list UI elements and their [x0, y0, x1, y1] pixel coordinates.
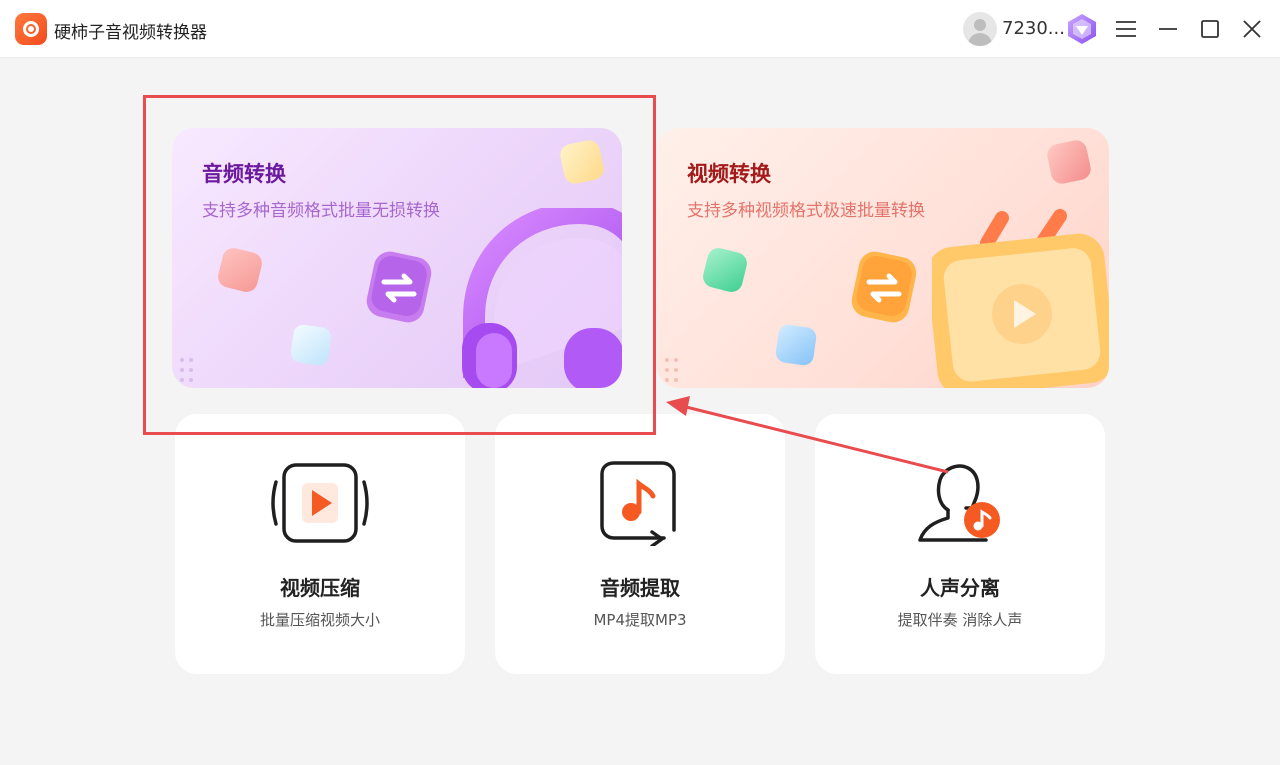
- convert-arrows-icon: [366, 251, 432, 323]
- audio-convert-subtitle: 支持多种音频格式批量无损转换: [202, 201, 440, 221]
- video-convert-card[interactable]: 视频转换 支持多种视频格式极速批量转换: [657, 128, 1109, 388]
- vocal-separation-title: 人声分离: [920, 576, 1000, 600]
- video-compress-icon: [271, 463, 369, 543]
- menu-icon[interactable]: [1113, 16, 1139, 42]
- video-convert-title: 视频转换: [687, 162, 771, 186]
- app-title: 硬柿子音视频转换器: [54, 23, 207, 43]
- decor-dots: [180, 358, 202, 386]
- title-bar: 硬柿子音视频转换器 7230...: [0, 0, 1280, 58]
- decor-dots: [665, 358, 687, 386]
- pink-cube-icon: [1045, 138, 1093, 186]
- headphones-icon: [462, 208, 622, 388]
- minimize-icon[interactable]: [1155, 16, 1181, 42]
- video-compress-card[interactable]: 视频压缩 批量压缩视频大小: [175, 414, 465, 674]
- audio-extract-subtitle: MP4提取MP3: [593, 611, 687, 629]
- convert-arrows-icon: [851, 251, 917, 323]
- user-name[interactable]: 7230...: [1002, 18, 1065, 39]
- audio-extract-icon: [600, 461, 676, 546]
- blue-cube-icon: [289, 323, 333, 367]
- audio-extract-title: 音频提取: [600, 576, 680, 600]
- yellow-cube-icon: [558, 138, 606, 186]
- pink-cube-icon: [215, 245, 265, 295]
- user-avatar[interactable]: [963, 12, 997, 46]
- close-icon[interactable]: [1239, 16, 1265, 42]
- video-player-icon: [932, 209, 1109, 388]
- audio-extract-card[interactable]: 音频提取 MP4提取MP3: [495, 414, 785, 674]
- video-compress-subtitle: 批量压缩视频大小: [259, 611, 380, 629]
- app-logo-icon: [15, 13, 47, 45]
- vocal-separation-subtitle: 提取伴奏 消除人声: [897, 611, 1023, 629]
- blue-cube-icon: [774, 323, 818, 367]
- vocal-separation-card[interactable]: 人声分离 提取伴奏 消除人声: [815, 414, 1105, 674]
- audio-convert-card[interactable]: 音频转换 支持多种音频格式批量无损转换: [172, 128, 622, 388]
- vip-badge-icon[interactable]: [1064, 12, 1100, 46]
- audio-convert-title: 音频转换: [202, 162, 286, 186]
- video-convert-subtitle: 支持多种视频格式极速批量转换: [687, 201, 925, 221]
- vocal-separation-icon: [918, 464, 1000, 542]
- video-compress-title: 视频压缩: [280, 576, 360, 600]
- maximize-icon[interactable]: [1197, 16, 1223, 42]
- green-cube-icon: [700, 245, 750, 295]
